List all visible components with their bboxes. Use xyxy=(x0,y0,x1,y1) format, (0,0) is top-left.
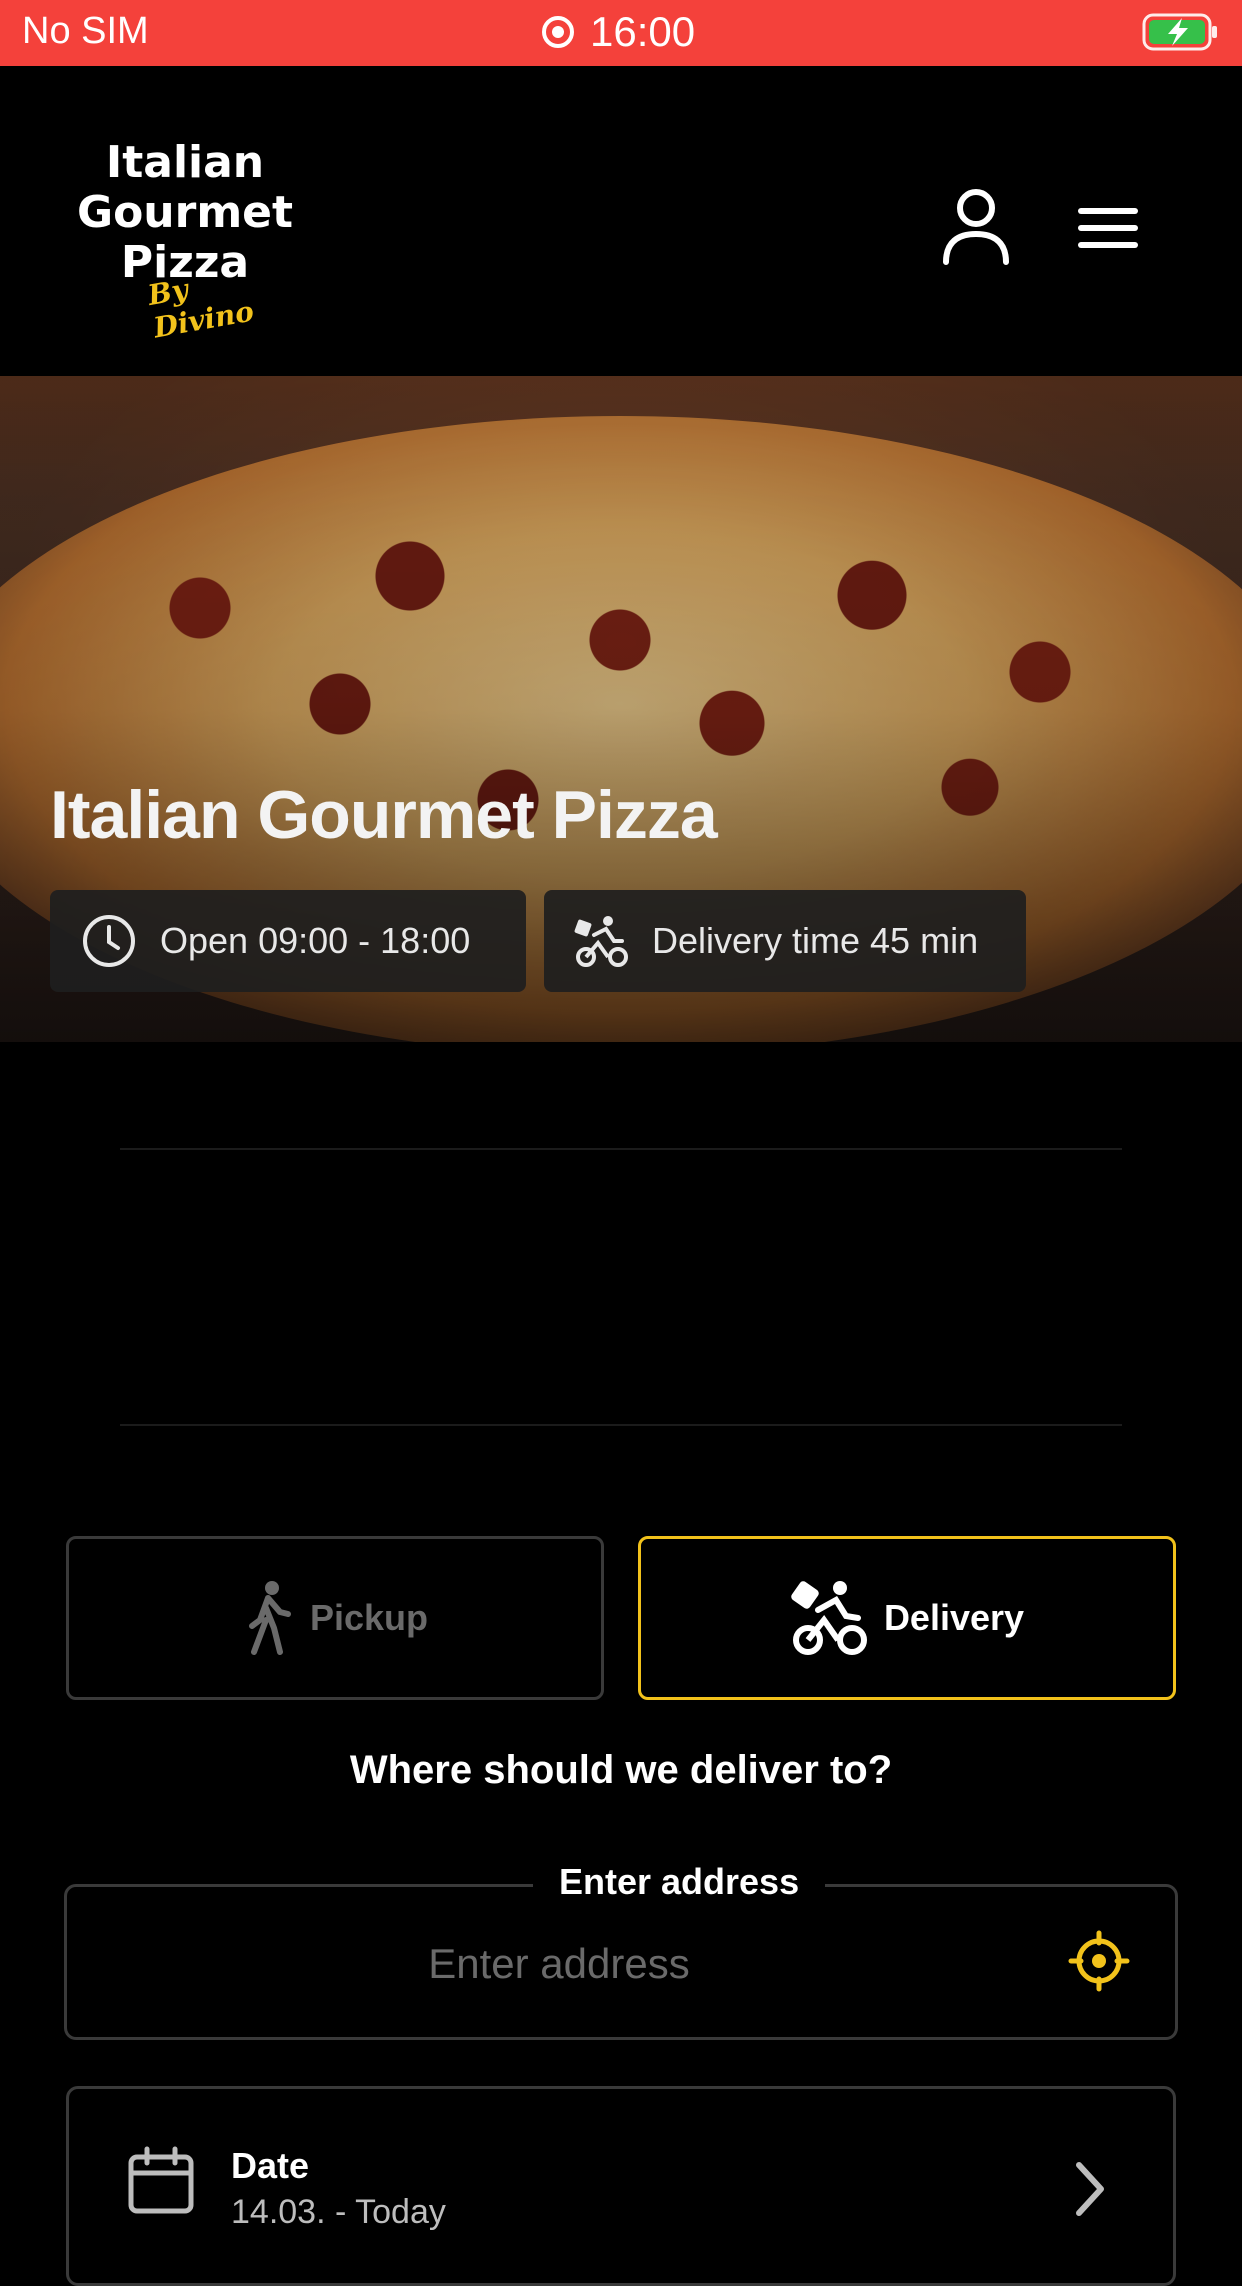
delivery-bike-icon xyxy=(574,916,628,967)
user-icon xyxy=(943,189,1009,265)
battery-charging-icon xyxy=(1142,12,1220,57)
brand-logo[interactable]: Italian Gourmet Pizza By Divino xyxy=(70,137,300,345)
menu-button[interactable] xyxy=(1076,196,1140,260)
screen-recording-icon xyxy=(542,16,574,48)
address-input[interactable] xyxy=(127,1921,991,2007)
carrier-label: No SIM xyxy=(22,10,149,52)
status-time: 16:00 xyxy=(540,8,695,56)
delivery-time-text: Delivery time 45 min xyxy=(652,920,979,961)
app-header: Italian Gourmet Pizza By Divino xyxy=(0,66,1242,376)
opening-hours-chip: Open 09:00 - 18:00 xyxy=(50,890,526,992)
divider xyxy=(120,1148,1122,1150)
divider xyxy=(120,1424,1122,1426)
crosshair-location-icon xyxy=(1068,1930,1130,1992)
date-label: Date xyxy=(231,2145,310,2186)
account-button[interactable] xyxy=(940,186,1012,266)
date-value: 14.03. - Today xyxy=(231,2193,446,2231)
restaurant-title: Italian Gourmet Pizza xyxy=(50,777,718,853)
hamburger-menu-icon xyxy=(1078,208,1138,248)
hero-banner: Italian Gourmet Pizza Open 09:00 - 18:00… xyxy=(0,376,1242,1042)
status-bar: No SIM 16:00 xyxy=(0,0,1242,66)
date-selector[interactable]: Date 14.03. - Today xyxy=(66,2086,1176,2286)
delivery-label: Delivery xyxy=(883,1597,1025,1638)
walking-person-icon xyxy=(248,1581,291,1655)
calendar-icon xyxy=(128,2146,194,2214)
opening-hours-text: Open 09:00 - 18:00 xyxy=(160,920,471,961)
locate-me-button[interactable] xyxy=(1067,1929,1131,1993)
delivery-bike-icon xyxy=(791,1581,867,1655)
address-legend: Enter address xyxy=(533,1861,826,1903)
delivery-option-button[interactable]: Delivery xyxy=(638,1536,1176,1700)
delivery-question: Where should we deliver to? xyxy=(349,1748,893,1792)
delivery-time-chip: Delivery time 45 min xyxy=(544,890,1026,992)
logo-line-1: Italian xyxy=(105,137,265,188)
clock-time: 16:00 xyxy=(590,8,696,55)
pickup-label: Pickup xyxy=(309,1597,429,1638)
pickup-option-button[interactable]: Pickup xyxy=(66,1536,604,1700)
clock-icon xyxy=(83,915,135,967)
logo-line-2: Gourmet xyxy=(76,187,294,238)
address-field: Enter address xyxy=(64,1861,1178,2040)
chevron-right-icon xyxy=(1076,2162,1104,2216)
